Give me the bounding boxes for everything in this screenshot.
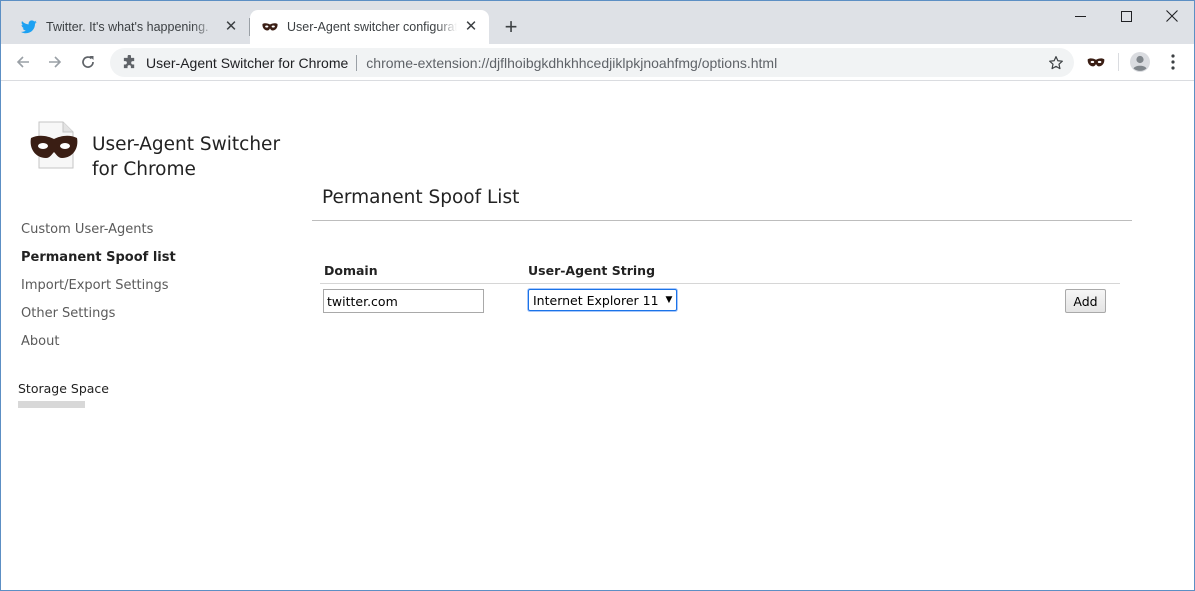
address-bar[interactable]: User-Agent Switcher for Chrome chrome-ex… bbox=[110, 48, 1074, 77]
sidebar-item-permanent-spoof-list[interactable]: Permanent Spoof list bbox=[21, 249, 176, 277]
back-button[interactable] bbox=[11, 50, 35, 74]
bandit-mask-icon bbox=[262, 19, 278, 35]
tab-twitter[interactable]: Twitter. It's what's happening. ✕ bbox=[9, 10, 249, 44]
close-icon[interactable]: ✕ bbox=[223, 19, 239, 35]
storage-bar bbox=[18, 401, 85, 408]
minimize-icon bbox=[1074, 15, 1086, 17]
close-icon bbox=[1166, 10, 1178, 22]
options-page: User-Agent Switcher for Chrome Custom Us… bbox=[1, 82, 1194, 590]
maximize-icon bbox=[1120, 10, 1132, 22]
domain-input[interactable] bbox=[323, 289, 484, 313]
reload-button[interactable] bbox=[76, 50, 100, 74]
arrow-right-icon bbox=[49, 56, 62, 68]
arrow-left-icon bbox=[16, 56, 29, 68]
column-header-user-agent-string: User-Agent String bbox=[528, 263, 656, 278]
maximize-button[interactable] bbox=[1103, 1, 1149, 31]
sidebar-nav: Custom User-Agents Permanent Spoof list … bbox=[21, 221, 176, 361]
sidebar-item-import-export-settings[interactable]: Import/Export Settings bbox=[21, 277, 176, 305]
user-agent-select[interactable]: Internet Explorer 11 ▼ bbox=[528, 289, 677, 311]
column-header-domain: Domain bbox=[324, 263, 378, 278]
twitter-bird-icon bbox=[21, 19, 37, 35]
sidebar-item-other-settings[interactable]: Other Settings bbox=[21, 305, 176, 333]
close-icon[interactable]: ✕ bbox=[463, 19, 479, 35]
storage-section: Storage Space bbox=[18, 380, 109, 408]
heading-divider bbox=[312, 220, 1132, 221]
storage-label: Storage Space bbox=[18, 381, 109, 396]
profile-avatar-icon[interactable] bbox=[1129, 51, 1151, 73]
forward-button[interactable] bbox=[43, 50, 67, 74]
dropdown-arrow-icon: ▼ bbox=[665, 295, 673, 305]
minimize-button[interactable] bbox=[1057, 1, 1103, 31]
new-tab-button[interactable]: + bbox=[500, 16, 522, 38]
tab-title: User-Agent switcher configuration bbox=[287, 20, 457, 34]
add-button[interactable]: Add bbox=[1065, 289, 1106, 313]
brand-header: User-Agent Switcher for Chrome bbox=[29, 120, 280, 180]
browser-toolbar: User-Agent Switcher for Chrome chrome-ex… bbox=[1, 44, 1194, 81]
reload-icon bbox=[82, 56, 94, 68]
app-title: User-Agent Switcher for Chrome bbox=[92, 134, 281, 180]
page-title: Permanent Spoof List bbox=[322, 187, 520, 208]
app-logo-icon bbox=[30, 121, 78, 169]
sidebar-item-about[interactable]: About bbox=[21, 333, 176, 361]
window-close-button[interactable] bbox=[1149, 1, 1194, 31]
user-agent-select-value: Internet Explorer 11 bbox=[533, 292, 659, 308]
sidebar-item-custom-user-agents[interactable]: Custom User-Agents bbox=[21, 221, 176, 249]
extension-bandit-mask-icon[interactable] bbox=[1086, 52, 1106, 72]
toolbar-separator bbox=[1118, 53, 1119, 71]
puzzle-piece-icon bbox=[121, 55, 137, 71]
bookmark-star-icon[interactable] bbox=[1047, 54, 1065, 72]
tab-title: Twitter. It's what's happening. bbox=[46, 20, 209, 34]
table-header-divider bbox=[320, 283, 1120, 284]
browser-window: Twitter. It's what's happening. ✕ User-A… bbox=[0, 0, 1195, 591]
tab-strip: Twitter. It's what's happening. ✕ User-A… bbox=[1, 1, 1194, 44]
url-text: chrome-extension://djflhoibgkdhkhhcedjik… bbox=[366, 54, 778, 71]
url-origin: User-Agent Switcher for Chrome bbox=[146, 54, 349, 71]
tab-user-agent-switcher[interactable]: User-Agent switcher configuration ✕ bbox=[250, 10, 489, 44]
more-menu-icon[interactable] bbox=[1164, 51, 1182, 73]
address-divider bbox=[356, 54, 358, 71]
